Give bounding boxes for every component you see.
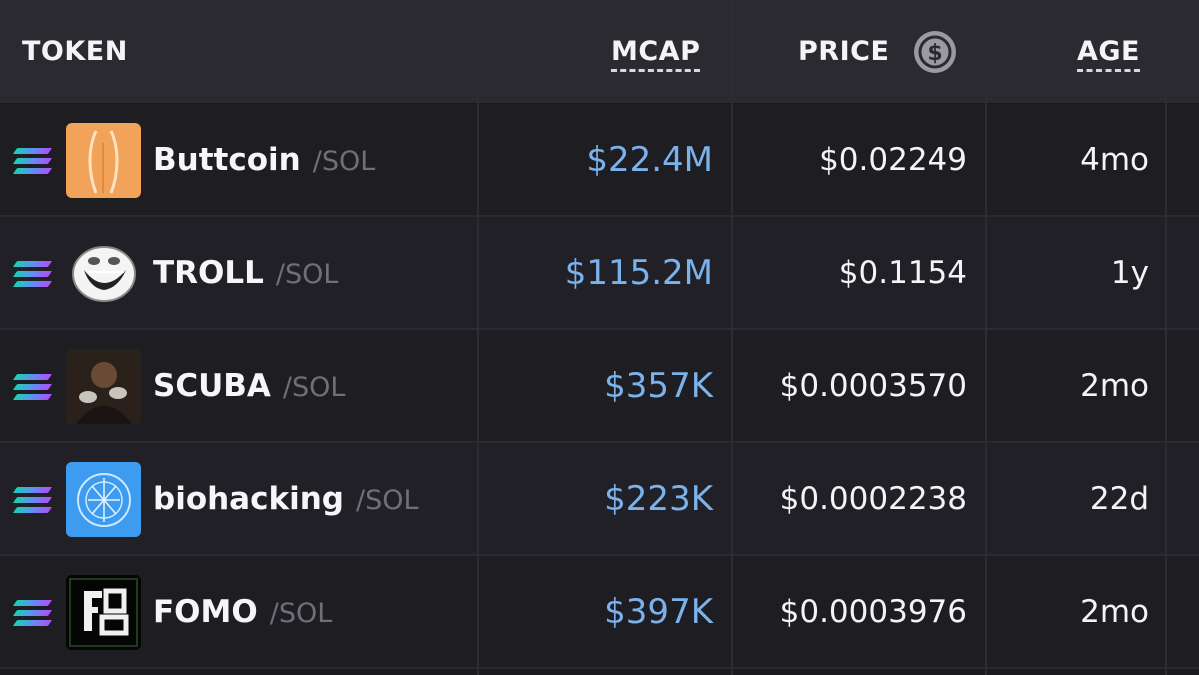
age-value: 2mo — [1080, 368, 1149, 404]
token-table: TOKEN MCAP PRICE $ AGE Buttcoin /SOL $22… — [0, 0, 1199, 675]
price-value: $0.02249 — [819, 142, 967, 178]
solana-icon — [12, 261, 53, 288]
table-row[interactable]: FOMO/SOL $397K $0.0003976 2mo — [0, 556, 1199, 669]
age-value: 2mo — [1080, 594, 1149, 630]
token-avatar — [66, 462, 141, 537]
age-column-header[interactable]: AGE — [1077, 0, 1141, 103]
token-name-label: Buttcoin — [153, 142, 301, 178]
token-name[interactable]: FOMO/SOL — [153, 590, 332, 636]
age-value: 4mo — [1080, 142, 1149, 178]
pair-suffix: /SOL — [355, 485, 419, 516]
column-divider — [477, 0, 479, 675]
pair-suffix: /SOL — [269, 598, 333, 629]
mcap-value: $223K — [604, 479, 713, 519]
svg-text:$: $ — [927, 41, 942, 66]
mcap-header-label: MCAP — [611, 37, 701, 72]
solana-icon — [12, 374, 53, 401]
token-name-label: biohacking — [153, 481, 344, 517]
column-divider — [985, 0, 987, 675]
token-avatar — [66, 236, 141, 311]
column-divider — [1165, 0, 1167, 675]
table-row[interactable]: Buttcoin/SOL $22.4M $0.02249 4mo — [0, 104, 1199, 217]
token-avatar — [66, 349, 141, 424]
mcap-value: $22.4M — [586, 140, 713, 180]
mcap-value: $357K — [604, 366, 713, 406]
pair-suffix: /SOL — [282, 372, 346, 403]
token-name-label: FOMO — [153, 594, 258, 630]
token-name[interactable]: biohacking/SOL — [153, 477, 419, 523]
table-row[interactable]: TROLL/SOL $115.2M $0.1154 1y — [0, 217, 1199, 330]
token-avatar — [66, 575, 141, 650]
age-value: 22d — [1089, 481, 1149, 517]
price-header-label: PRICE — [798, 36, 890, 67]
token-name[interactable]: Buttcoin/SOL — [153, 138, 375, 184]
token-name[interactable]: TROLL/SOL — [153, 251, 338, 297]
table-header: TOKEN MCAP PRICE $ AGE — [0, 0, 1199, 105]
token-name[interactable]: SCUBA/SOL — [153, 364, 345, 410]
token-name-label: SCUBA — [153, 368, 271, 404]
currency-toggle-button[interactable]: $ — [912, 0, 958, 103]
price-value: $0.0003570 — [779, 368, 967, 404]
solana-icon — [12, 148, 53, 175]
mcap-value: $397K — [604, 592, 713, 632]
pair-suffix: /SOL — [312, 146, 376, 177]
token-name-label: TROLL — [153, 255, 264, 291]
token-header-label: TOKEN — [22, 36, 128, 67]
solana-icon — [12, 600, 53, 627]
mcap-column-header[interactable]: MCAP — [611, 0, 701, 103]
price-value: $0.0003976 — [779, 594, 967, 630]
token-column-header[interactable]: TOKEN — [22, 0, 128, 103]
mcap-value: $115.2M — [564, 253, 713, 293]
price-column-header[interactable]: PRICE — [798, 0, 889, 103]
age-header-label: AGE — [1077, 37, 1141, 72]
price-value: $0.1154 — [838, 255, 967, 291]
table-row[interactable]: SCUBA/SOL $357K $0.0003570 2mo — [0, 330, 1199, 443]
token-avatar — [66, 123, 141, 198]
solana-icon — [12, 487, 53, 514]
pair-suffix: /SOL — [275, 259, 339, 290]
age-value: 1y — [1110, 255, 1149, 291]
price-value: $0.0002238 — [779, 481, 967, 517]
dollar-circle-icon: $ — [914, 30, 956, 73]
table-row[interactable]: biohacking/SOL $223K $0.0002238 22d — [0, 443, 1199, 556]
column-divider — [731, 0, 733, 675]
